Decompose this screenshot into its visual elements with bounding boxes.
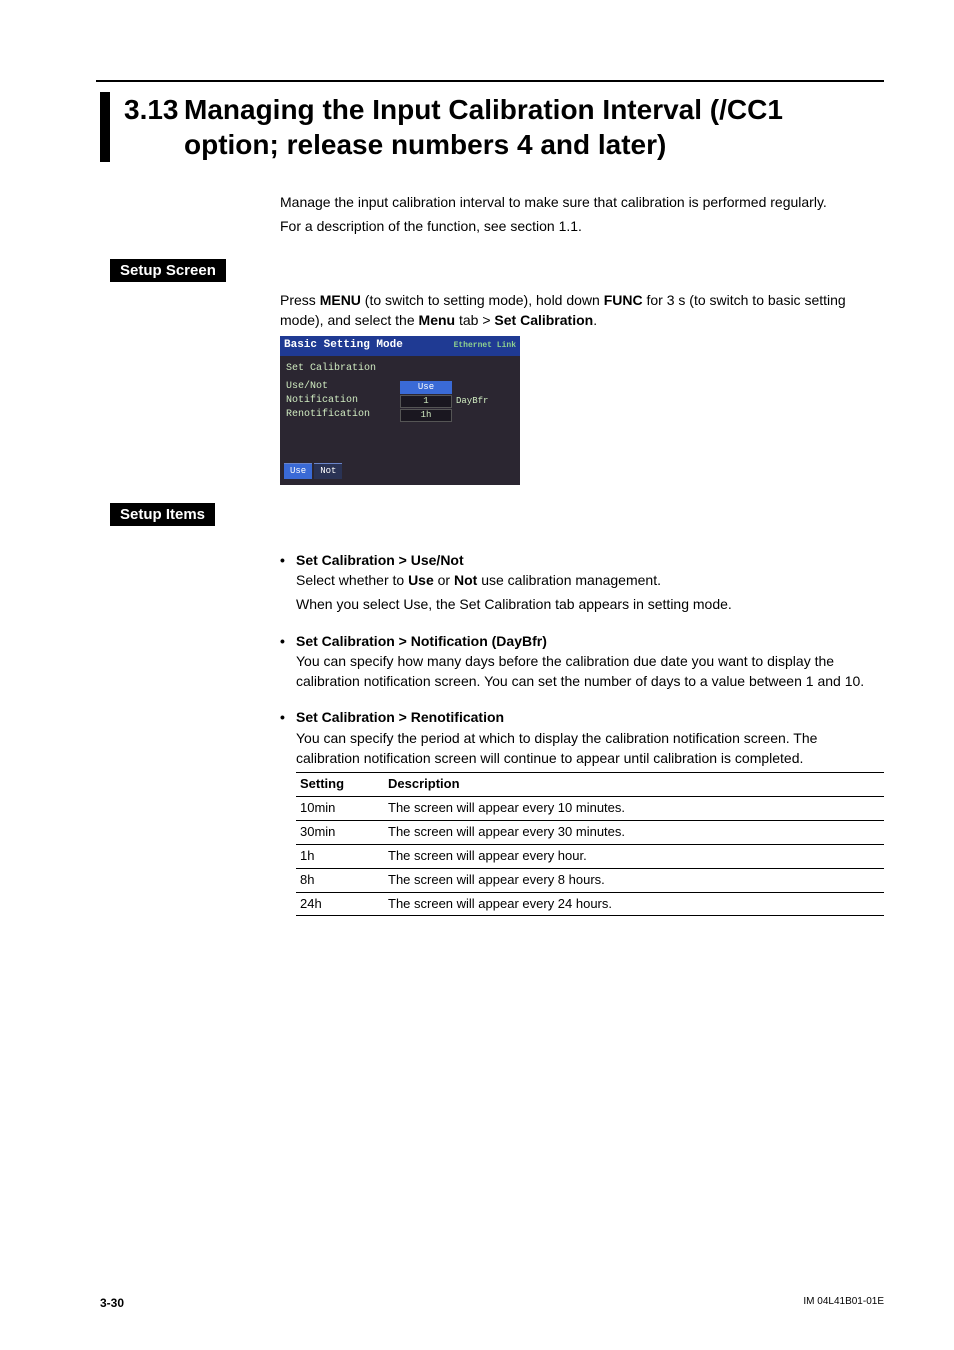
item-text: You can specify the period at which to d… <box>296 728 884 769</box>
device-screenshot: Basic Setting Mode Ethernet Link Set Cal… <box>280 336 520 484</box>
instr-text: . <box>593 312 597 328</box>
bullet-item: • Set Calibration > Notification (DayBfr… <box>280 631 884 651</box>
cell-setting: 24h <box>296 892 384 916</box>
intro-line1: Manage the input calibration interval to… <box>280 192 884 212</box>
device-field-value[interactable]: 1h <box>400 409 452 422</box>
text: or <box>434 572 454 588</box>
text: use calibration management. <box>477 572 661 588</box>
page-number: 3-30 <box>100 1296 124 1310</box>
menu-key: MENU <box>320 292 361 308</box>
bullet-icon: • <box>280 707 296 727</box>
table-row: 1hThe screen will appear every hour. <box>296 844 884 868</box>
device-field-label: Notification <box>286 394 396 409</box>
device-row: Notification 1 DayBfr <box>286 395 514 409</box>
cell-setting: 10min <box>296 797 384 821</box>
device-field-value[interactable]: Use <box>400 381 452 394</box>
bullet-item: • Set Calibration > Renotification <box>280 707 884 727</box>
instr-text: Press <box>280 292 320 308</box>
cell-setting: 8h <box>296 868 384 892</box>
device-field-value[interactable]: 1 <box>400 395 452 408</box>
cell-setting: 1h <box>296 844 384 868</box>
bullet-item: • Set Calibration > Use/Not <box>280 550 884 570</box>
item-text: When you select Use, the Set Calibration… <box>296 594 884 614</box>
setup-screen-instruction: Press MENU (to switch to setting mode), … <box>280 290 884 331</box>
heading-bar <box>100 92 110 162</box>
heading-number: 3.13 <box>124 92 184 126</box>
device-header: Basic Setting Mode Ethernet Link <box>280 336 520 356</box>
bullet-head: Set Calibration > Use/Not <box>296 550 464 570</box>
instr-text: tab > <box>455 312 494 328</box>
not-word: Not <box>454 572 477 588</box>
document-id: IM 04L41B01-01E <box>803 1296 884 1310</box>
item-text: Select whether to Use or Not use calibra… <box>296 570 884 590</box>
device-row: Renotification 1h <box>286 409 514 423</box>
device-field-unit: DayBfr <box>456 395 488 408</box>
bullet-head: Set Calibration > Notification (DayBfr) <box>296 631 547 651</box>
text: Select whether to <box>296 572 408 588</box>
device-screen-title: Set Calibration <box>286 362 514 377</box>
heading-title: Managing the Input Calibration Interval … <box>184 92 884 162</box>
device-row: Use/Not Use <box>286 381 514 395</box>
device-option-not[interactable]: Not <box>314 463 342 479</box>
cell-desc: The screen will appear every 10 minutes. <box>384 797 884 821</box>
use-word: Use <box>408 572 434 588</box>
renotification-table: Setting Description 10minThe screen will… <box>296 772 884 916</box>
device-header-title: Basic Setting Mode <box>284 338 403 354</box>
page-footer: 3-30 IM 04L41B01-01E <box>100 1296 884 1310</box>
set-calibration: Set Calibration <box>494 312 593 328</box>
table-header-setting: Setting <box>296 773 384 797</box>
cell-desc: The screen will appear every 8 hours. <box>384 868 884 892</box>
table-row: 24hThe screen will appear every 24 hours… <box>296 892 884 916</box>
table-row: 30minThe screen will appear every 30 min… <box>296 821 884 845</box>
instr-text: (to switch to setting mode), hold down <box>361 292 604 308</box>
device-field-label: Renotification <box>286 408 396 423</box>
table-row: 8hThe screen will appear every 8 hours. <box>296 868 884 892</box>
func-key: FUNC <box>604 292 643 308</box>
device-header-status: Ethernet Link <box>454 342 516 350</box>
device-footer: Use Not <box>280 463 520 481</box>
top-rule <box>96 80 884 82</box>
section-heading: 3.13 Managing the Input Calibration Inte… <box>100 92 884 162</box>
menu-tab: Menu <box>419 312 456 328</box>
intro-line2: For a description of the function, see s… <box>280 216 884 236</box>
cell-desc: The screen will appear every hour. <box>384 844 884 868</box>
device-field-label: Use/Not <box>286 380 396 395</box>
item-text: You can specify how many days before the… <box>296 651 884 692</box>
cell-desc: The screen will appear every 30 minutes. <box>384 821 884 845</box>
device-option-use[interactable]: Use <box>284 463 312 479</box>
bullet-icon: • <box>280 550 296 570</box>
setup-screen-label: Setup Screen <box>110 259 226 282</box>
bullet-icon: • <box>280 631 296 651</box>
bullet-head: Set Calibration > Renotification <box>296 707 504 727</box>
table-row: 10minThe screen will appear every 10 min… <box>296 797 884 821</box>
cell-setting: 30min <box>296 821 384 845</box>
cell-desc: The screen will appear every 24 hours. <box>384 892 884 916</box>
setup-items-label: Setup Items <box>110 503 215 526</box>
table-header-description: Description <box>384 773 884 797</box>
